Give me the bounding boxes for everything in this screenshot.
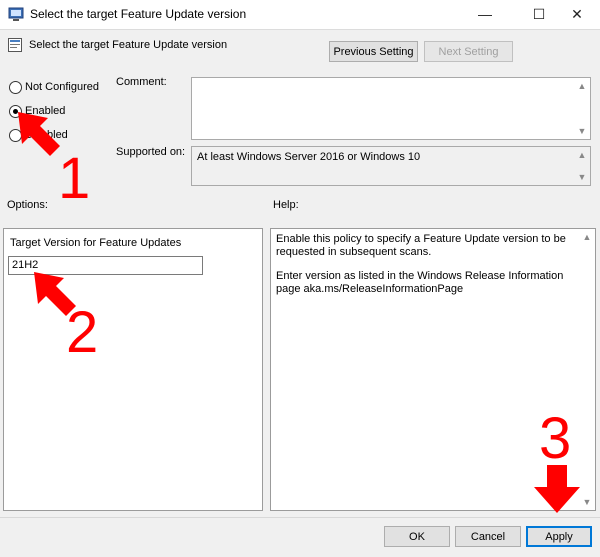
previous-setting-button[interactable]: Previous Setting bbox=[329, 41, 418, 62]
help-paragraph-2: Enter version as listed in the Windows R… bbox=[276, 270, 564, 295]
scroll-up-icon[interactable]: ▲ bbox=[575, 150, 589, 160]
title-bar: Select the target Feature Update version… bbox=[0, 0, 600, 30]
scroll-up-icon[interactable]: ▲ bbox=[575, 81, 589, 91]
options-label: Options: bbox=[7, 199, 48, 211]
setting-title: Select the target Feature Update version bbox=[29, 39, 228, 51]
scroll-up-icon[interactable]: ▲ bbox=[580, 232, 594, 242]
footer-divider bbox=[0, 517, 600, 518]
policy-app-icon bbox=[8, 7, 24, 21]
comment-label: Comment: bbox=[116, 76, 167, 88]
apply-button[interactable]: Apply bbox=[526, 526, 592, 547]
scroll-down-icon[interactable]: ▼ bbox=[575, 126, 589, 136]
annotation-step-2: 2 bbox=[66, 300, 99, 365]
annotation-arrow-1-icon bbox=[18, 112, 60, 156]
annotation-arrow-3-icon bbox=[534, 465, 580, 513]
window-title: Select the target Feature Update version bbox=[30, 7, 247, 21]
policy-setting-icon bbox=[8, 38, 22, 52]
close-button[interactable]: ✕ bbox=[554, 0, 600, 29]
cancel-button[interactable]: Cancel bbox=[455, 526, 521, 547]
help-paragraph-1: Enable this policy to specify a Feature … bbox=[276, 233, 566, 258]
annotation-step-1: 1 bbox=[58, 146, 91, 211]
annotation-step-3: 3 bbox=[539, 406, 572, 471]
next-setting-button[interactable]: Next Setting bbox=[424, 41, 513, 62]
comment-text bbox=[192, 78, 575, 84]
supported-box: At least Windows Server 2016 or Windows … bbox=[191, 146, 591, 186]
radio-not-configured[interactable] bbox=[9, 81, 22, 94]
ok-button[interactable]: OK bbox=[384, 526, 450, 547]
target-version-label: Target Version for Feature Updates bbox=[10, 237, 182, 249]
help-label: Help: bbox=[273, 199, 299, 211]
scroll-down-icon[interactable]: ▼ bbox=[580, 497, 594, 507]
minimize-button[interactable]: — bbox=[462, 0, 508, 29]
supported-label: Supported on: bbox=[116, 146, 186, 158]
label-not-configured[interactable]: Not Configured bbox=[25, 81, 99, 93]
scroll-down-icon[interactable]: ▼ bbox=[575, 172, 589, 182]
supported-text: At least Windows Server 2016 or Windows … bbox=[197, 151, 421, 163]
comment-textarea[interactable]: ▲ ▼ bbox=[191, 77, 591, 140]
